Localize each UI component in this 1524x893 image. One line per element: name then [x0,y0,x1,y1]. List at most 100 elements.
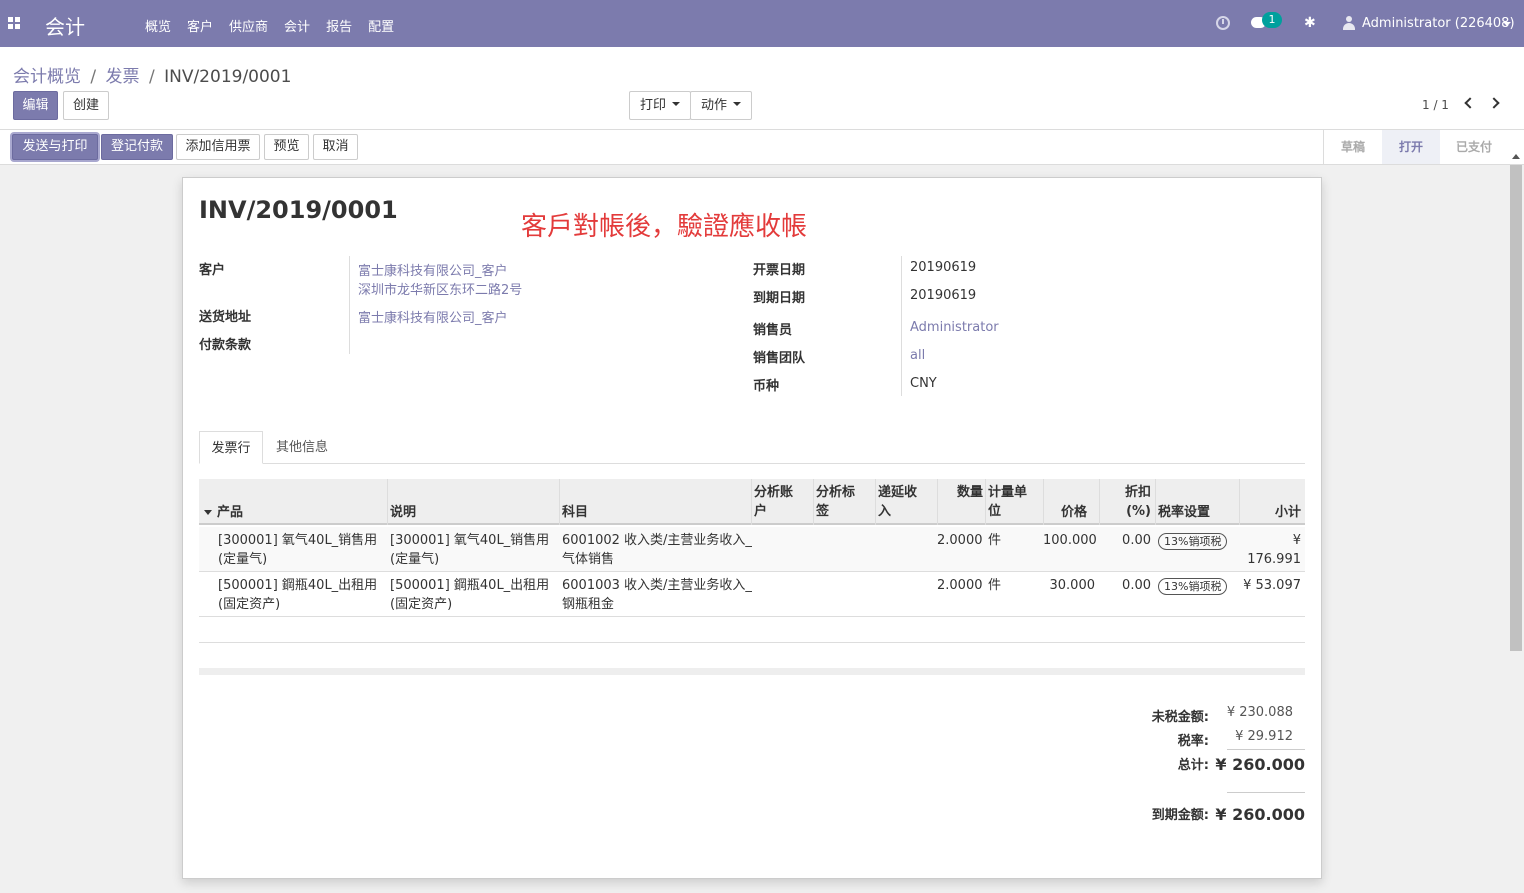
breadcrumb-invoices[interactable]: 发票 [106,67,140,87]
breadcrumb-separator: / [148,67,155,87]
column-header-analytic-tags[interactable]: 分析标签 [813,479,875,525]
cell-uom: 件 [988,578,1002,593]
sales-team-value[interactable]: all [910,348,925,363]
column-header-text: 说明 [390,505,417,520]
scroll-up-icon[interactable] [1512,154,1520,159]
user-dropdown-caret-icon[interactable] [1503,22,1511,26]
column-header-text: 计量单 [988,485,1028,500]
print-dropdown[interactable]: 打印 [629,91,691,120]
edit-button[interactable]: 编辑 [13,91,58,120]
customer-name[interactable]: 富士康科技有限公司_客户 [358,260,508,279]
untaxed-amount-value: ¥ 230.088 [1226,705,1293,720]
column-header-description[interactable]: 说明 [387,479,559,525]
sort-caret-icon[interactable] [204,510,212,515]
action-dropdown[interactable]: 动作 [690,91,752,120]
breadcrumb-accounting-overview[interactable]: 会计概览 [13,67,81,87]
menu-item-accounting[interactable]: 会计 [284,16,310,35]
table-header: 产品 说明 科目 分析账户 分析标签 递延收入 数量 计量单位 价格 折扣 (%)… [199,479,1305,525]
stage-paid: 已支付 [1455,140,1492,154]
main-menu: 概览 客户 供应商 会计 报告 配置 [137,16,402,35]
add-credit-note-button[interactable]: 添加信用票 [176,134,260,160]
menu-item-reports[interactable]: 报告 [326,16,352,35]
amount-due-value: ¥ 260.000 [1215,805,1305,824]
pager-next-icon[interactable] [1488,97,1500,109]
cell-description: [300001] 氧气40L_销售用 (定量气) [390,533,550,567]
tax-tag-badge: 13%销项税 [1158,533,1228,550]
send-print-button[interactable]: 发送与打印 [12,134,98,160]
customer-address: 深圳市龙华新区东环二路2号 [358,283,523,298]
column-header-text: 科目 [562,505,589,520]
cell-description: [500001] 鋼瓶40L_出租用 (固定资产) [390,578,550,612]
pager-value[interactable]: 1 / 1 [1422,98,1449,112]
status-bar: 发送与打印 登记付款 添加信用票 预览 取消 草稿 打开 已支付 [0,130,1524,165]
tab-invoice-lines[interactable]: 发票行 [199,431,263,464]
cell-quantity: 2.0000 [937,578,983,593]
tax-amount-label: 税率: [1177,734,1209,749]
user-menu[interactable]: Administrator (226408) [1362,16,1515,31]
field-divider [901,256,902,396]
activity-clock-icon[interactable] [1216,16,1230,30]
apps-grid-icon[interactable] [8,17,21,30]
currency-label: 币种 [753,379,780,394]
cell-price: 100.000 [1043,533,1097,548]
stage-open: 打开 [1382,130,1440,164]
menu-item-configuration[interactable]: 配置 [368,16,394,35]
cell-product: [500001] 鋼瓶40L_出租用 (固定资产) [218,578,378,612]
column-header-uom[interactable]: 计量单位 [985,479,1043,525]
tax-tag-badge: 13%销项税 [1158,578,1228,595]
column-header-discount[interactable]: 折扣 (%) [1099,479,1155,525]
menu-item-overview[interactable]: 概览 [145,16,171,35]
column-header-quantity[interactable]: 数量 [937,479,985,525]
cell-subtotal: ¥ 53.097 [1243,578,1301,593]
column-header-price[interactable]: 价格 [1043,479,1099,525]
tab-other-info[interactable]: 其他信息 [265,431,339,464]
invoice-form-sheet: INV/2019/0001 客戶對帳後，驗證應收帳 客户 富士康科技有限公司_客… [182,177,1322,879]
column-header-product[interactable]: 产品 [215,479,387,525]
menu-item-vendors[interactable]: 供应商 [229,16,268,35]
breadcrumb: 会计概览 / 发票 / INV/2019/0001 [13,62,291,87]
column-header-text: 户 [754,504,768,519]
register-payment-button[interactable]: 登记付款 [101,134,173,160]
untaxed-amount-label: 未税金额: [1151,710,1209,725]
table-row[interactable]: [300001] 氧气40L_销售用 (定量气) [300001] 氧气40L_销… [199,527,1305,572]
sales-team-label: 销售团队 [753,351,806,366]
action-dropdown-label: 动作 [700,98,727,113]
cell-account: 6001003 收入类/主营业务收入_ 钢瓶租金 [562,578,752,612]
column-header-text: 数量 [956,485,983,500]
chat-badge: 1 [1262,12,1282,28]
salesperson-value[interactable]: Administrator [910,320,999,335]
cell-discount: 0.00 [1122,533,1151,548]
currency-value: CNY [910,376,937,391]
column-header-text: 价格 [1060,505,1087,520]
column-header-text: 分析账 [754,485,794,500]
caret-down-icon [733,102,741,106]
column-header-text: 小计 [1274,505,1301,520]
total-value: ¥ 260.000 [1215,755,1305,774]
column-header-account[interactable]: 科目 [559,479,751,525]
column-header-taxes[interactable]: 税率设置 [1155,479,1239,525]
table-footer [199,668,1305,675]
print-dropdown-label: 打印 [639,98,666,113]
preview-button[interactable]: 预览 [264,134,309,160]
control-panel: 会计概览 / 发票 / INV/2019/0001 编辑 创建 打印 动作 1 … [0,47,1524,130]
scrollbar-thumb[interactable] [1510,165,1522,651]
create-button[interactable]: 创建 [63,91,109,120]
delivery-address-label: 送货地址 [199,310,252,325]
breadcrumb-separator: / [90,67,97,87]
column-header-text: 位 [988,504,1002,519]
column-header-text: (%) [1126,504,1151,519]
column-header-subtotal[interactable]: 小计 [1239,479,1305,525]
user-avatar-icon[interactable] [1343,16,1355,30]
column-header-text: 入 [878,504,892,519]
column-header-text: 递延收 [878,485,918,500]
column-header-deferred-revenue[interactable]: 递延收入 [875,479,937,525]
delivery-address-value[interactable]: 富士康科技有限公司_客户 [358,307,508,326]
debug-bug-icon[interactable]: ✱ [1304,15,1316,31]
pager-previous-icon[interactable] [1464,97,1476,109]
column-header-analytic-account[interactable]: 分析账户 [751,479,813,525]
due-date-value: 20190619 [910,288,977,303]
table-row[interactable]: [500001] 鋼瓶40L_出租用 (固定资产) [500001] 鋼瓶40L_… [199,572,1305,617]
vertical-scrollbar[interactable] [1508,154,1524,893]
menu-item-customers[interactable]: 客户 [187,16,213,35]
cancel-button[interactable]: 取消 [313,134,358,160]
